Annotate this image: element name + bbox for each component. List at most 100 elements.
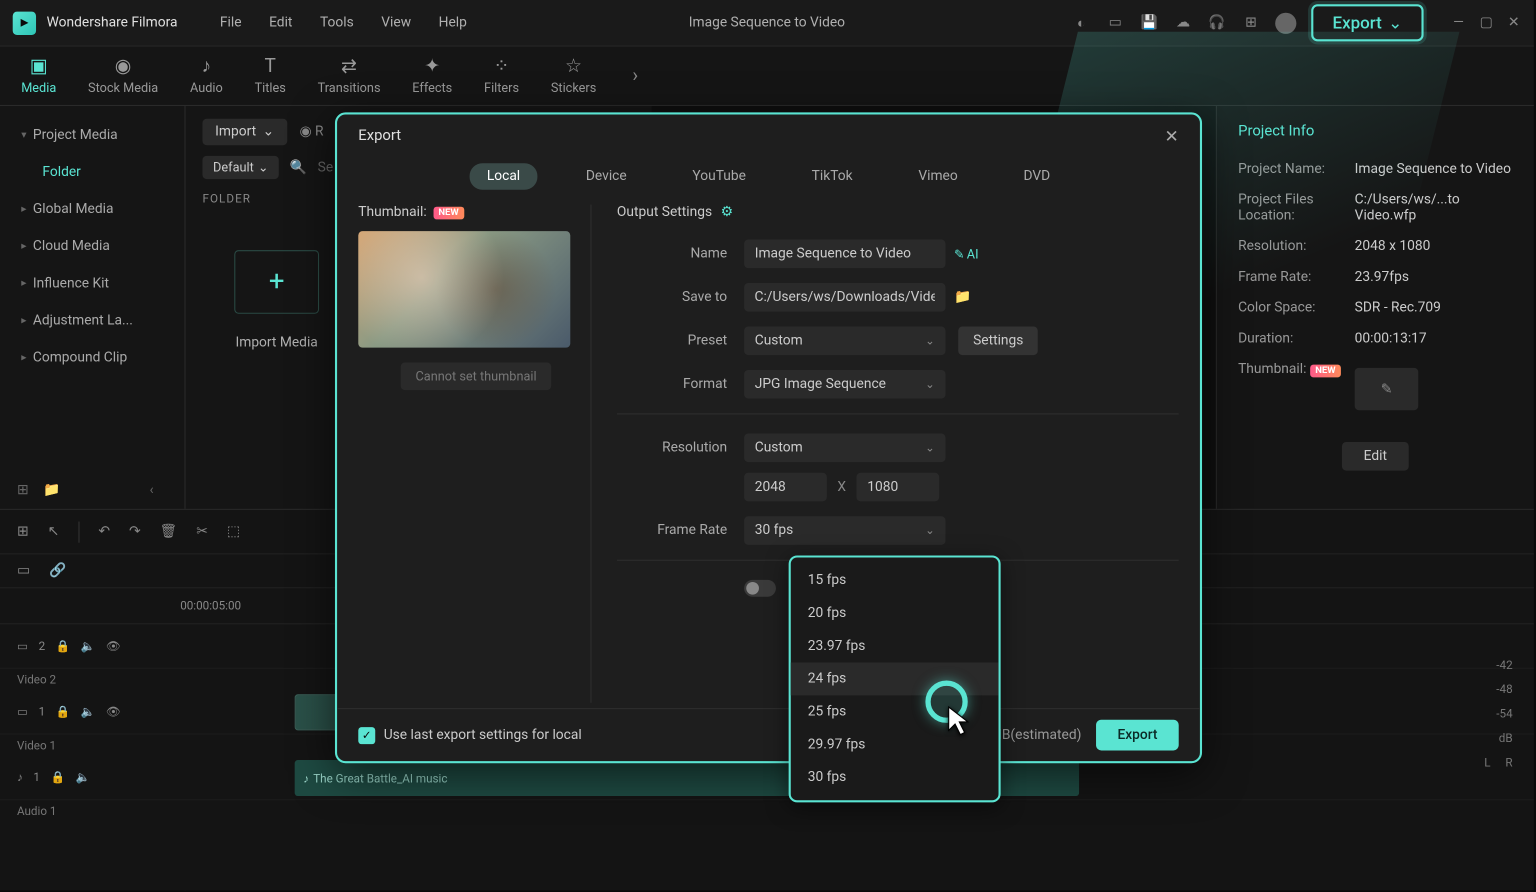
sidebar-project-media[interactable]: ▾Project Media: [0, 117, 184, 154]
import-button[interactable]: Import ⌄: [202, 119, 286, 145]
sidebar-folder[interactable]: Folder: [0, 154, 184, 191]
cut-icon[interactable]: ✂: [196, 524, 208, 540]
saveto-input[interactable]: [744, 283, 945, 312]
settings-button[interactable]: Settings: [958, 326, 1038, 355]
fps-option-30[interactable]: 30 fps: [791, 761, 999, 794]
import-media-tile[interactable]: + Import Media: [202, 220, 350, 379]
window-close-icon[interactable]: ✕: [1506, 15, 1521, 30]
theme-icon[interactable]: ◐: [1072, 13, 1091, 32]
sidebar-influence-kit[interactable]: ▸Influence Kit: [0, 265, 184, 302]
menu-help[interactable]: Help: [439, 15, 467, 31]
thumbnail-edit-icon[interactable]: ✎: [1355, 368, 1419, 410]
mute-icon[interactable]: 🔈: [76, 771, 91, 785]
sidebar-compound[interactable]: ▸Compound Clip: [0, 339, 184, 376]
track-type-icon[interactable]: ♪: [17, 771, 23, 785]
chevron-icon: ▸: [21, 352, 26, 364]
new-folder-icon[interactable]: ⊞: [17, 482, 29, 498]
export-top-button[interactable]: Export ⌄: [1311, 4, 1423, 41]
record-radio[interactable]: ◉ R: [299, 124, 323, 140]
use-last-checkbox[interactable]: ✓ Use last export settings for local: [358, 727, 581, 744]
project-info-title: Project Info: [1238, 123, 1513, 140]
format-select[interactable]: JPG Image Sequence⌄: [744, 370, 945, 399]
fps-option-20[interactable]: 20 fps: [791, 597, 999, 630]
name-input[interactable]: [744, 240, 945, 269]
visibility-icon[interactable]: 👁: [106, 639, 121, 653]
document-title: Image Sequence to Video: [689, 15, 845, 31]
crop-icon[interactable]: ⬚: [227, 524, 240, 540]
cursor-icon[interactable]: ↖: [48, 524, 60, 540]
chevron-down-icon: ⌄: [925, 524, 935, 538]
track-type-icon[interactable]: ▭: [17, 705, 28, 719]
tab-local[interactable]: Local: [470, 163, 537, 190]
framerate-select[interactable]: 30 fps⌄: [744, 516, 945, 545]
menu-view[interactable]: View: [381, 15, 411, 31]
tab-stickers[interactable]: ☆Stickers: [551, 57, 596, 95]
tab-dvd[interactable]: DVD: [1006, 163, 1067, 190]
window-maximize-icon[interactable]: ▢: [1479, 15, 1494, 30]
grid-icon[interactable]: ⊞: [1241, 13, 1260, 32]
sidebar-cloud-media[interactable]: ▸Cloud Media: [0, 228, 184, 265]
tab-filters[interactable]: ⁘Filters: [484, 57, 519, 95]
tab-transitions[interactable]: ⇄Transitions: [318, 57, 381, 95]
resolution-select[interactable]: Custom⌄: [744, 434, 945, 463]
user-avatar[interactable]: [1275, 12, 1296, 33]
cloud-icon[interactable]: ☁: [1173, 13, 1192, 32]
fps-option-15[interactable]: 15 fps: [791, 564, 999, 597]
undo-icon[interactable]: ↶: [98, 524, 110, 540]
tab-vimeo[interactable]: Vimeo: [901, 163, 974, 190]
lock-icon[interactable]: 🔒: [56, 639, 71, 653]
tab-media[interactable]: ▣Media: [21, 57, 56, 95]
save-icon[interactable]: 💾: [1140, 13, 1159, 32]
lock-icon[interactable]: 🔒: [51, 771, 66, 785]
folder-browse-icon[interactable]: 📁: [954, 289, 971, 305]
cursor-arrow-icon: [947, 705, 975, 741]
mute-icon[interactable]: 🔈: [81, 639, 96, 653]
stickers-icon: ☆: [562, 57, 585, 76]
collapse-icon[interactable]: ‹: [150, 482, 154, 498]
edit-button[interactable]: Edit: [1342, 442, 1408, 471]
fps-option-2397[interactable]: 23.97 fps: [791, 630, 999, 663]
gear-icon[interactable]: ⚙: [721, 205, 733, 221]
export-dialog: Export ✕ Local Device YouTube TikTok Vim…: [335, 112, 1202, 763]
sort-select[interactable]: Default ⌄: [202, 156, 279, 179]
lock-icon[interactable]: 🔒: [56, 705, 71, 719]
width-input[interactable]: [744, 473, 827, 502]
tab-stock-media[interactable]: ◉Stock Media: [88, 57, 158, 95]
menu-tools[interactable]: Tools: [320, 15, 354, 31]
tabs-more-icon[interactable]: ›: [632, 65, 638, 87]
menu-edit[interactable]: Edit: [269, 15, 292, 31]
marker-icon[interactable]: ▭: [17, 563, 30, 579]
headphone-icon[interactable]: 🎧: [1207, 13, 1226, 32]
visibility-icon[interactable]: 👁: [106, 705, 121, 719]
tab-tiktok[interactable]: TikTok: [795, 163, 870, 190]
tab-youtube[interactable]: YouTube: [675, 163, 762, 190]
preset-select[interactable]: Custom⌄: [744, 326, 945, 355]
height-input[interactable]: [857, 473, 940, 502]
track-type-icon[interactable]: ▭: [17, 639, 28, 653]
screen-icon[interactable]: ▭: [1106, 13, 1125, 32]
link-icon[interactable]: 🔗: [49, 563, 66, 579]
mute-icon[interactable]: 🔈: [81, 705, 96, 719]
close-icon[interactable]: ✕: [1165, 126, 1179, 146]
export-button[interactable]: Export: [1096, 720, 1178, 751]
toggle-switch[interactable]: [744, 580, 776, 597]
search-icon[interactable]: 🔍: [290, 160, 307, 176]
preset-label: Preset: [617, 333, 744, 349]
window-minimize-icon[interactable]: —: [1451, 15, 1466, 30]
tab-effects[interactable]: ✦Effects: [412, 57, 452, 95]
time-mark: 00:00:05:00: [180, 599, 241, 613]
thumbnail-label: Thumbnail:: [358, 205, 426, 221]
menu-file[interactable]: File: [220, 15, 242, 31]
tab-device[interactable]: Device: [569, 163, 644, 190]
tab-titles[interactable]: TTitles: [255, 57, 286, 95]
delete-icon[interactable]: 🗑: [160, 524, 178, 540]
layout-icon[interactable]: ⊞: [17, 524, 29, 540]
ai-icon[interactable]: ✎AI: [954, 246, 979, 261]
redo-icon[interactable]: ↷: [129, 524, 141, 540]
sidebar-global-media[interactable]: ▸Global Media: [0, 191, 184, 228]
titlebar: ▸ Wondershare Filmora File Edit Tools Vi…: [0, 0, 1534, 47]
tab-audio[interactable]: ♪Audio: [190, 57, 223, 95]
folder-icon[interactable]: 📁: [43, 482, 60, 498]
fps-option-24[interactable]: 24 fps: [791, 662, 999, 695]
sidebar-adjustment[interactable]: ▸Adjustment La...: [0, 302, 184, 339]
